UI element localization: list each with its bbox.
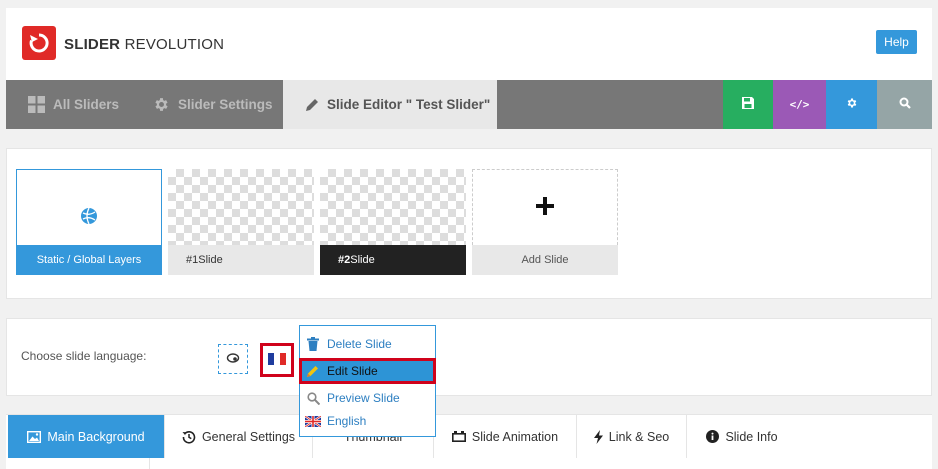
french-flag-icon [268,352,286,368]
grid-icon [28,96,45,113]
tab-all-sliders-label: All Sliders [53,97,120,112]
slide-thumbnail [168,169,314,245]
french-flag-button[interactable] [260,343,294,377]
language-label: Choose slide language: [21,349,147,363]
uk-flag-icon [305,415,321,427]
slide-label: #1 Slide [168,245,314,275]
add-language-button[interactable] [218,344,248,374]
preview-slide-menu-item[interactable]: Preview Slide [300,386,435,410]
image-icon [27,430,42,443]
tab-slider-settings-label: Slider Settings [178,97,273,112]
tab-general-settings-label: General Settings [201,429,296,444]
tab-general-settings[interactable]: General Settings [165,415,313,458]
magnifier-icon [305,391,321,405]
edit-slide-label: Edit Slide [327,364,378,378]
help-button[interactable]: Help [876,30,917,54]
tab-link-seo-label: Link & Seo [608,429,670,444]
slide-1[interactable]: #1 Slide [168,169,314,275]
preview-slide-label: Preview Slide [327,391,400,405]
tab-all-sliders[interactable]: All Sliders [28,80,119,129]
tab-slide-editor[interactable]: Slide Editor " Test Slider" [283,80,497,129]
globe-icon [80,207,98,228]
english-label: English [327,414,367,428]
tab-slide-editor-label: Slide Editor " Test Slider" [327,97,491,112]
code-icon: </> [789,98,810,111]
tab-slide-info-label: Slide Info [725,429,778,444]
tab-main-background[interactable]: Main Background [8,415,165,458]
gear-icon [846,97,858,112]
slide-label: Add Slide [472,245,618,275]
slide-context-menu: Delete Slide Edit Slide Preview Slide En… [299,325,436,437]
slide-label: Static / Global Layers [16,245,162,275]
slide-label: #2 Slide [320,245,466,275]
slide-thumbnail [320,169,466,245]
trash-icon [305,337,321,351]
search-button[interactable] [877,80,932,129]
animation-icon [451,431,466,442]
main-navbar: All Sliders Slider Settings Slide Editor… [6,80,932,129]
slider-revolution-logo-icon [22,26,56,60]
search-icon [899,97,911,112]
save-icon [742,97,754,112]
bolt-icon [593,429,603,444]
add-language-icon [226,352,240,367]
save-button[interactable] [723,80,773,129]
settings-button[interactable] [826,80,877,129]
slide-settings-tabs: Main Background General Settings Thumbna… [6,414,932,469]
plus-icon [536,197,554,218]
app-logo-text: SLIDER REVOLUTION [64,36,225,53]
tab-panel-divider [149,458,150,469]
history-icon [182,430,196,444]
slide-thumbnail [16,169,162,245]
slide-static-global-layers[interactable]: Static / Global Layers [16,169,162,275]
slide-2[interactable]: #2 Slide [320,169,466,275]
pencil-icon [305,98,319,112]
app-header: SLIDER REVOLUTION Help [6,8,932,80]
tab-slide-info[interactable]: Slide Info [687,415,797,458]
tab-slide-animation-label: Slide Animation [471,429,559,444]
tab-link-seo[interactable]: Link & Seo [577,415,687,458]
english-language-menu-item[interactable]: English [300,409,435,433]
language-panel: Choose slide language: [6,318,932,396]
slides-panel: Static / Global Layers #1 Slide #2 Slide… [6,148,932,299]
tab-slide-animation[interactable]: Slide Animation [434,415,577,458]
edit-slide-menu-item[interactable]: Edit Slide [299,358,436,384]
pencil-icon [305,365,321,377]
tab-slider-settings[interactable]: Slider Settings [153,80,273,129]
gear-icon [153,96,170,113]
info-icon [706,430,720,443]
delete-slide-label: Delete Slide [327,337,392,351]
embed-code-button[interactable]: </> [773,80,826,129]
delete-slide-menu-item[interactable]: Delete Slide [300,332,435,356]
slide-thumbnail [472,169,618,245]
add-slide-button[interactable]: Add Slide [472,169,618,275]
tab-main-background-label: Main Background [47,429,145,444]
